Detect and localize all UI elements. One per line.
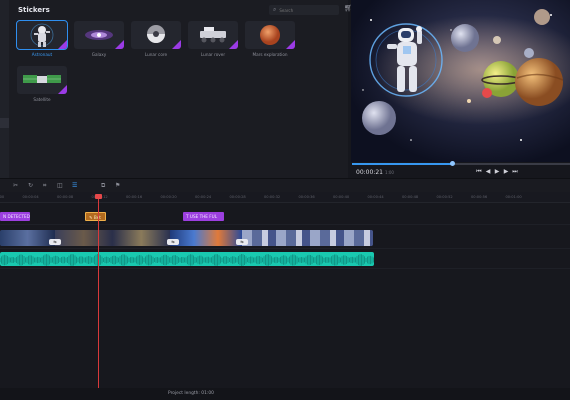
audio-waveform (0, 254, 374, 266)
ruler-tick-label: 00:00:56 (471, 195, 488, 199)
audio-track[interactable] (0, 252, 374, 266)
project-length: Project length: 01:00 (168, 391, 214, 396)
overlay-icon[interactable]: ⧉ (101, 182, 105, 190)
premium-badge-icon (286, 40, 295, 49)
ruler-tick-label: 00:00:20 (160, 195, 177, 199)
video-clip[interactable] (170, 230, 242, 246)
track-separator (0, 248, 570, 249)
sticker-label-mars-exploration: Mars exploration (252, 52, 288, 57)
video-editor-window: Stickers ⌕ 🛒︎ Astronaut (0, 0, 570, 400)
video-clip[interactable] (55, 230, 170, 246)
ruler-tick-label: 00:00:16 (126, 195, 143, 199)
premium-badge-icon (115, 40, 124, 49)
side-strip[interactable] (0, 0, 9, 178)
premium-badge-icon (58, 85, 67, 94)
crop-icon[interactable]: ⌗ (43, 182, 46, 190)
play-icon[interactable]: ▶︎ (494, 168, 500, 176)
ruler-tick-label: 00:00:40 (333, 195, 350, 199)
sticker-tile-mars-exploration[interactable] (245, 21, 295, 49)
text-clip-selected[interactable]: ✎ Bet (85, 212, 106, 221)
sticker-tile-lunar-rover[interactable] (188, 21, 238, 49)
ruler-tick-label: 00:00:32 (264, 195, 281, 199)
sticker-tile-astronaut[interactable] (16, 20, 68, 50)
ruler-tick-label: 00:00:00 (0, 195, 5, 199)
text-clip[interactable]: N DETECTED (0, 212, 30, 221)
current-time: 00:00:21 (356, 169, 383, 176)
skip-to-start-icon[interactable]: ⏮︎ (476, 168, 482, 176)
transport-controls: ⏮︎ ◀︎ ▶︎ ▶︎ ⏭︎ (476, 168, 518, 176)
properties-icon[interactable]: ☰ (72, 182, 77, 189)
sticker-label-galaxy: Galaxy (91, 52, 107, 57)
transition-marker[interactable]: ⇆ (236, 239, 248, 245)
search-input[interactable] (279, 7, 330, 13)
progress-handle[interactable] (449, 161, 455, 166)
sticker-tile-galaxy[interactable] (74, 21, 124, 49)
ruler-tick-label: 00:00:04 (22, 195, 39, 199)
playback-progress[interactable] (352, 161, 570, 166)
timecode: 00:00:21 1:00 (356, 169, 394, 176)
premium-badge-icon (229, 40, 238, 49)
flag-icon[interactable]: ⚑ (115, 182, 120, 189)
premium-badge-icon (58, 40, 67, 49)
ruler-tick-label: 00:00:36 (298, 195, 315, 199)
step-back-icon[interactable]: ◀︎ (485, 168, 491, 176)
stickers-panel: Stickers ⌕ 🛒︎ Astronaut (9, 0, 353, 178)
ruler-tick-label: 00:00:28 (229, 195, 246, 199)
premium-badge-icon (172, 40, 181, 49)
ruler-tick-label: 00:00:44 (367, 195, 384, 199)
track-separator (0, 224, 570, 225)
sticker-label-lunar-rover: Lunar rover (200, 52, 226, 57)
cut-icon[interactable]: ✂︎ (13, 182, 18, 189)
preview-frame (362, 9, 570, 141)
search-box[interactable]: ⌕ (269, 5, 339, 15)
redo-icon[interactable]: ↻ (28, 182, 33, 189)
search-icon: ⌕ (273, 6, 277, 13)
track-separator (0, 268, 570, 269)
stabilize-icon[interactable]: ◫ (57, 182, 63, 189)
playhead-handle[interactable] (95, 194, 102, 199)
video-clip[interactable] (0, 230, 55, 246)
side-strip-handle[interactable] (0, 118, 9, 128)
text-clip-label: USE THE FUL (189, 214, 218, 219)
transition-marker[interactable]: ⇆ (167, 239, 179, 245)
ruler-tick-label: 00:01:00 (505, 195, 522, 199)
waveform-path (0, 254, 374, 266)
sticker-label-satellite: Satellite (33, 97, 51, 102)
progress-fill (352, 163, 453, 165)
panel-title: Stickers (18, 6, 50, 14)
video-preview[interactable] (351, 0, 570, 162)
timeline-toolbar (0, 179, 570, 192)
playhead[interactable] (98, 198, 99, 388)
status-bar (0, 388, 570, 400)
ruler-tick-label: 00:00:24 (195, 195, 212, 199)
sticker-label-lunar-core: Lunar core (144, 52, 168, 57)
ruler-tick-label: 00:00:08 (57, 195, 74, 199)
ruler-tick-label: 00:00:52 (436, 195, 453, 199)
ruler-tick-label: 00:00:48 (402, 195, 419, 199)
sticker-label-astronaut: Astronaut (31, 52, 53, 57)
sticker-tile-satellite[interactable] (17, 66, 67, 94)
skip-to-end-icon[interactable]: ⏭︎ (512, 168, 518, 176)
video-clip[interactable] (242, 230, 373, 246)
total-time: 1:00 (384, 170, 394, 175)
text-clip[interactable]: T USE THE FUL (183, 212, 224, 221)
transition-marker[interactable]: ⇆ (49, 239, 61, 245)
step-forward-icon[interactable]: ▶︎ (503, 168, 509, 176)
time-ruler[interactable]: 00:00:0000:00:0400:00:0800:00:1200:00:16… (0, 192, 570, 203)
sticker-tile-lunar-core[interactable] (131, 21, 181, 49)
